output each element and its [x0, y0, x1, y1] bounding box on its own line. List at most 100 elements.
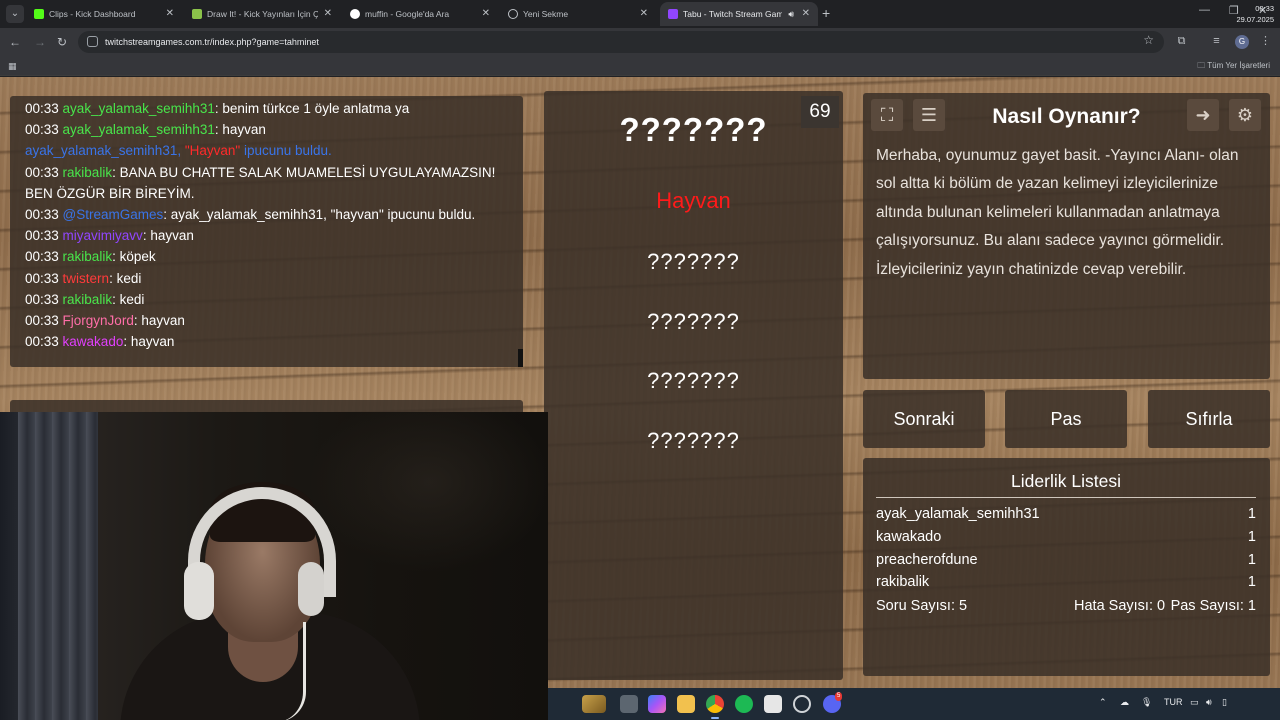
chat-username[interactable]: rakibalik	[63, 292, 113, 307]
chat-username[interactable]: miyavimiyavv	[63, 228, 143, 243]
network-icon[interactable]: ▭	[1190, 697, 1199, 708]
close-icon[interactable]: ✕	[482, 2, 490, 26]
microphone-icon[interactable]: 🎙︎	[1141, 697, 1152, 708]
player-score: 1	[1247, 574, 1256, 590]
chat-username[interactable]: @StreamGames	[63, 207, 164, 222]
chat-text: ,	[177, 143, 185, 159]
volume-icon[interactable]: 🔊︎	[1206, 697, 1212, 708]
main-word: ???????	[619, 111, 768, 148]
chat-panel: 00:33 ayak_yalamak_semihh31: benim türkc…	[10, 96, 523, 367]
game-stats: Soru Sayısı: 5 Hata Sayısı: 0 Pas Sayısı…	[876, 595, 1256, 617]
player-score: 1	[1247, 552, 1256, 568]
how-to-play-panel: ⛶ ☰ Nasıl Oynanır? ➜ ⚙ Merhaba, oyunumuz…	[863, 93, 1270, 379]
tab-title: Draw It! - Kick Yayınları İçin Çizim	[207, 9, 318, 19]
battery-icon[interactable]: ▯	[1222, 697, 1227, 708]
tray-chevron-icon[interactable]: ⌃	[1099, 697, 1107, 708]
store-icon[interactable]	[764, 695, 782, 713]
chat-scrollbar[interactable]	[518, 349, 523, 367]
bookmark-star-icon[interactable]: ☆	[1143, 33, 1154, 47]
all-bookmarks-button[interactable]: 🗀︎ Tüm Yer İşaretleri	[1197, 59, 1270, 73]
google-icon	[350, 9, 360, 19]
clock-date: 29.07.2025	[1236, 15, 1274, 24]
all-bookmarks-label: Tüm Yer İşaretleri	[1207, 61, 1270, 70]
forward-button[interactable]: →	[34, 34, 46, 50]
chat-text: : hayvan	[142, 228, 194, 244]
chat-username[interactable]: twistern	[63, 271, 110, 286]
back-button[interactable]: ←	[9, 34, 21, 50]
reset-button[interactable]: Sıfırla	[1148, 390, 1270, 448]
task-view-icon[interactable]	[620, 695, 638, 713]
speaker-icon[interactable]: 🔊︎	[788, 2, 794, 26]
player-name: rakibalik	[876, 574, 930, 590]
player-name: preacherofdune	[876, 552, 978, 568]
chat-message: 00:33 miyavimiyavv: hayvan	[25, 225, 515, 246]
widgets-icon[interactable]	[582, 695, 606, 713]
chat-text: : benim türkce 1 öyle anlatma ya	[214, 101, 410, 116]
address-bar[interactable]: twitchstreamgames.com.tr/index.php?game=…	[78, 31, 1164, 53]
toolbar: ← → ↻ twitchstreamgames.com.tr/index.php…	[0, 28, 1280, 56]
chat-text: : hayvan	[123, 334, 175, 350]
tab-tabu[interactable]: Tabu - Twitch Stream Games 🔊︎ ✕	[660, 2, 818, 26]
chat-message: 00:33 kawakado: hayvan	[25, 331, 515, 352]
profile-avatar[interactable]: G	[1235, 35, 1249, 49]
chrome-icon[interactable]	[706, 695, 724, 713]
close-icon[interactable]: ✕	[166, 2, 174, 26]
tab-draw-it[interactable]: Draw It! - Kick Yayınları İçin Çizim ✕	[184, 2, 340, 26]
minimize-button[interactable]: —	[1199, 4, 1210, 16]
chat-username[interactable]: ayak_yalamak_semihh31	[63, 122, 215, 137]
chat-messages: 00:33 ayak_yalamak_semihh31: benim türkc…	[25, 98, 515, 352]
leaderboard-panel: Liderlik Listesi ayak_yalamak_semihh31 1…	[863, 458, 1270, 676]
new-tab-button[interactable]: +	[822, 5, 830, 21]
chat-message: 00:33 rakibalik: köpek	[25, 246, 515, 267]
chat-username[interactable]: FjorgynJord	[63, 313, 134, 328]
chat-username[interactable]: rakibalik	[63, 165, 113, 180]
menu-icon[interactable]: ⋮	[1259, 35, 1272, 48]
discord-badge: 5	[835, 692, 843, 701]
exit-icon[interactable]: ➜	[1187, 99, 1219, 131]
chat-timestamp: 00:33	[25, 334, 63, 350]
chat-text: : hayvan	[214, 122, 266, 138]
close-icon[interactable]: ✕	[802, 2, 810, 26]
file-explorer-icon[interactable]	[677, 695, 695, 713]
tab-kick-clips[interactable]: Clips - Kick Dashboard ✕	[26, 2, 182, 26]
next-button[interactable]: Sonraki	[863, 390, 985, 448]
player-score: 1	[1247, 506, 1256, 522]
word-card: 69 ??????? Hayvan ??????? ??????? ??????…	[544, 91, 843, 680]
tab-search-button[interactable]: ⌄	[6, 5, 24, 23]
chat-timestamp: 00:33	[25, 101, 63, 116]
obs-icon[interactable]	[793, 695, 811, 713]
player-name: kawakado	[876, 529, 942, 545]
pass-button[interactable]: Pas	[1005, 390, 1127, 448]
extensions-icon[interactable]: ⧉	[1175, 35, 1188, 48]
draw-it-icon	[192, 9, 202, 19]
active-indicator	[711, 717, 719, 719]
chat-text: : kedi	[109, 270, 142, 286]
chat-timestamp: 00:33	[25, 249, 63, 265]
tab-new-tab[interactable]: Yeni Sekme ✕	[500, 2, 656, 26]
onedrive-icon[interactable]: ☁	[1120, 697, 1129, 708]
site-info-icon[interactable]	[87, 36, 98, 47]
chat-text: ipucunu buldu.	[240, 143, 332, 159]
close-icon[interactable]: ✕	[324, 2, 332, 26]
hidden-hint-word: ???????	[647, 428, 740, 453]
media-controls-icon[interactable]: ≡	[1210, 35, 1223, 48]
url-text[interactable]: twitchstreamgames.com.tr/index.php?game=…	[105, 31, 319, 53]
tab-google-search[interactable]: muffin - Google'da Ara ✕	[342, 2, 498, 26]
copilot-icon[interactable]	[648, 695, 666, 713]
headphone-left	[184, 562, 214, 620]
error-count: Hata Sayısı: 0	[1074, 598, 1166, 614]
spotify-icon[interactable]	[735, 695, 753, 713]
chat-username[interactable]: kawakado	[63, 334, 124, 349]
twitch-stream-games-icon	[668, 9, 678, 19]
apps-grid-icon[interactable]: ▦	[8, 61, 18, 71]
taskbar: 5 ⌃ ☁ 🎙︎ TUR ▭ 🔊︎ ▯	[548, 688, 1280, 720]
taskbar-clock[interactable]: 00:33 29.07.2025	[1226, 3, 1274, 25]
chat-username[interactable]: ayak_yalamak_semihh31	[25, 143, 177, 158]
gear-icon[interactable]: ⚙	[1229, 99, 1261, 131]
hidden-hint-word: ???????	[647, 368, 740, 393]
reload-button[interactable]: ↻	[57, 34, 67, 50]
close-icon[interactable]: ✕	[640, 2, 648, 26]
language-indicator[interactable]: TUR	[1164, 697, 1183, 707]
chat-username[interactable]: rakibalik	[63, 249, 113, 264]
chat-username[interactable]: ayak_yalamak_semihh31	[63, 101, 215, 116]
